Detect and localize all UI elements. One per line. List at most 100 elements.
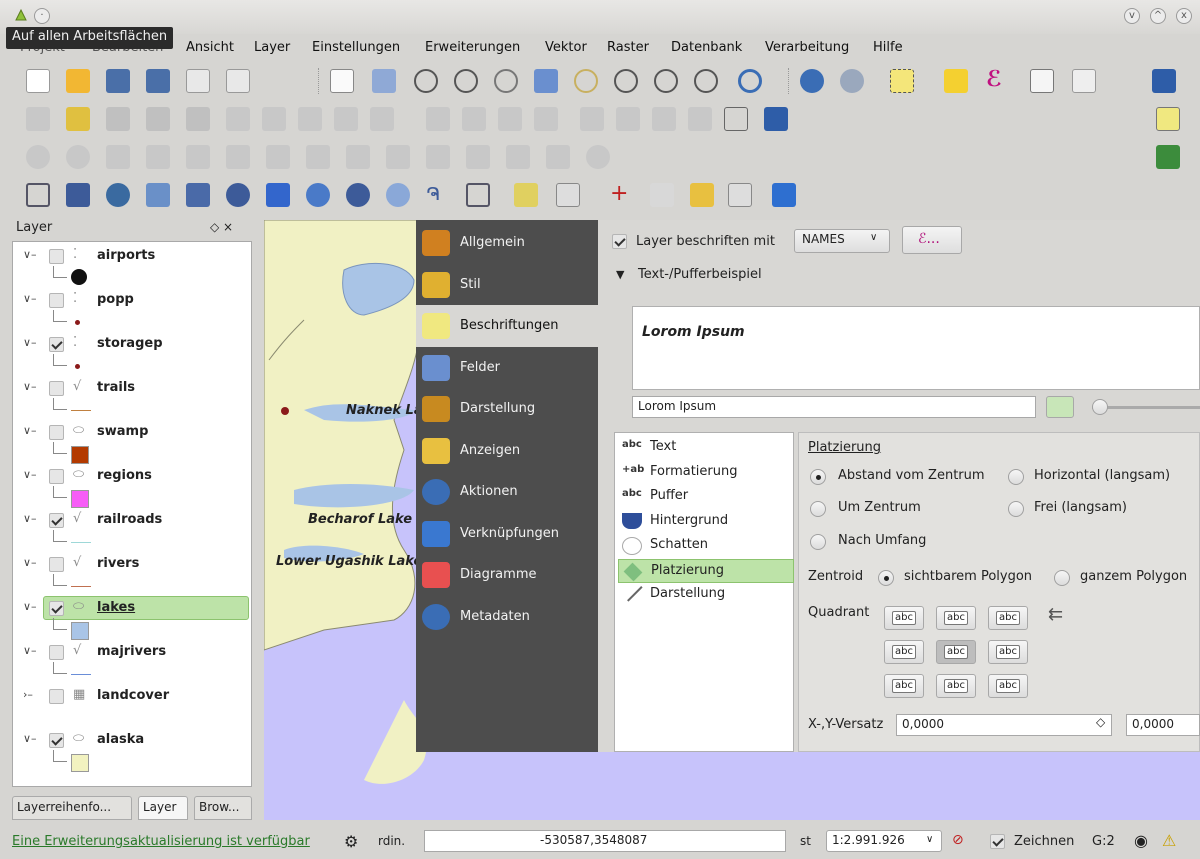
panel-controls-icon[interactable]: ◇ ×: [210, 220, 233, 234]
quadrant-top-right[interactable]: abc: [988, 606, 1028, 630]
offset-curve-icon[interactable]: [386, 145, 410, 169]
expand-arrow-icon[interactable]: ∨–: [23, 336, 37, 349]
sublist-item-schatten[interactable]: Schatten: [618, 534, 794, 558]
zoom-last-icon[interactable]: [654, 69, 678, 93]
select-features-icon[interactable]: [890, 69, 914, 93]
tab-browser[interactable]: Brow...: [194, 796, 252, 820]
quadrant-right[interactable]: abc: [988, 640, 1028, 664]
minimize-button[interactable]: v: [1124, 8, 1140, 24]
grid-icon[interactable]: [724, 107, 748, 131]
layer-tree[interactable]: ∨– ⁚ airports ∨– ⁚ popp ∨– ⁚ storagep ∨– √ trails ∨–…: [12, 241, 252, 787]
cut-features-icon[interactable]: [298, 107, 322, 131]
placement-option-free[interactable]: [1008, 501, 1024, 517]
zoom-next-icon[interactable]: [694, 69, 718, 93]
expand-arrow-icon[interactable]: ∨–: [23, 424, 37, 437]
preview-scale-slider-handle[interactable]: [1092, 399, 1108, 415]
add-gps-icon[interactable]: [650, 183, 674, 207]
menu-verarbeitung[interactable]: Verarbeitung: [765, 40, 849, 55]
messages-icon[interactable]: ⚙: [344, 832, 358, 851]
nav-item-metadaten[interactable]: Metadaten: [416, 596, 598, 638]
diagram-label-icon[interactable]: [688, 107, 712, 131]
reshape-icon[interactable]: [346, 145, 370, 169]
layer-row-storagep[interactable]: ∨– ⁚ storagep: [13, 334, 249, 356]
rotate-label-icon[interactable]: [580, 107, 604, 131]
new-print-composer-icon[interactable]: [186, 69, 210, 93]
quadrant-bottom-left[interactable]: abc: [884, 674, 924, 698]
nav-item-diagramme[interactable]: Diagramme: [416, 554, 598, 596]
add-wfs-layer-icon[interactable]: [346, 183, 370, 207]
split-features-icon[interactable]: [426, 145, 450, 169]
add-postgis-layer-icon[interactable]: [106, 183, 130, 207]
layer-visibility-checkbox[interactable]: [49, 249, 64, 264]
stop-render-icon[interactable]: ⊘: [952, 832, 964, 848]
add-virtual-layer-icon[interactable]: ຈ: [426, 183, 450, 207]
zoom-to-selection-icon[interactable]: [574, 69, 598, 93]
add-wcs-layer-icon[interactable]: [306, 183, 330, 207]
layer-row-alaska[interactable]: ∨– ⬭ alaska: [13, 730, 249, 752]
new-geopackage-icon[interactable]: [728, 183, 752, 207]
sublist-item-darstellung[interactable]: Darstellung: [618, 580, 794, 607]
placement-option-around-center-offset[interactable]: [810, 469, 826, 485]
merge-features-icon[interactable]: [506, 145, 530, 169]
layer-row-landcover[interactable]: ›– ▦ landcover: [13, 686, 249, 708]
save-as-icon[interactable]: [146, 69, 170, 93]
open-project-icon[interactable]: [66, 69, 90, 93]
refresh-icon[interactable]: [738, 69, 762, 93]
move-feature-icon[interactable]: [186, 107, 210, 131]
split-parts-icon[interactable]: [466, 145, 490, 169]
expand-arrow-icon[interactable]: ∨–: [23, 380, 37, 393]
menu-ansicht[interactable]: Ansicht: [186, 40, 234, 55]
placement-option-horizontal[interactable]: [1008, 469, 1024, 485]
nav-item-aktionen[interactable]: Aktionen: [416, 471, 598, 513]
new-temp-layer-icon[interactable]: [556, 183, 580, 207]
paste-features-icon[interactable]: [370, 107, 394, 131]
save-edits-icon[interactable]: [106, 107, 130, 131]
zoom-native-icon[interactable]: [494, 69, 518, 93]
quadrant-bottom[interactable]: abc: [936, 674, 976, 698]
raster-calculator-icon[interactable]: [772, 183, 796, 207]
spinbox-arrows-icon[interactable]: ◇: [1096, 715, 1105, 729]
nav-item-verknüpfungen[interactable]: Verknüpfungen: [416, 513, 598, 555]
render-checkbox[interactable]: [990, 834, 1005, 849]
sublist-item-platzierung[interactable]: Platzierung: [618, 558, 794, 583]
expand-arrow-icon[interactable]: ∨–: [23, 468, 37, 481]
menu-raster[interactable]: Raster: [607, 40, 649, 55]
crs-label[interactable]: G:2: [1092, 834, 1115, 849]
layer-visibility-checkbox[interactable]: [49, 469, 64, 484]
snap-label-icon[interactable]: [652, 107, 676, 131]
pan-icon[interactable]: [330, 69, 354, 93]
maximize-button[interactable]: ^: [1150, 8, 1166, 24]
labeling-abc-icon[interactable]: [1156, 107, 1180, 131]
crs-globe-icon[interactable]: ◉: [1134, 831, 1148, 850]
warning-icon[interactable]: ⚠: [1162, 831, 1176, 850]
add-raster-layer-icon[interactable]: [66, 183, 90, 207]
new-spatialite-icon[interactable]: [514, 183, 538, 207]
layer-row-lakes[interactable]: ∨– ⬭ lakes: [13, 596, 249, 620]
layer-visibility-checkbox[interactable]: [49, 689, 64, 704]
new-project-icon[interactable]: [26, 69, 50, 93]
expand-arrow-icon[interactable]: ∨–: [23, 556, 37, 569]
nav-item-anzeigen[interactable]: Anzeigen: [416, 430, 598, 472]
save-project-icon[interactable]: [106, 69, 130, 93]
layer-visibility-checkbox[interactable]: [49, 733, 64, 748]
menu-datenbank[interactable]: Datenbank: [671, 40, 742, 55]
priority-list-icon[interactable]: ⇇: [1048, 604, 1063, 625]
toggle-editing-icon[interactable]: [66, 107, 90, 131]
delete-selected-icon[interactable]: [262, 107, 286, 131]
move-label-icon[interactable]: [534, 107, 558, 131]
menu-vektor[interactable]: Vektor: [545, 40, 587, 55]
quadrant-top-left[interactable]: abc: [884, 606, 924, 630]
placement-option-around-center[interactable]: [810, 501, 826, 517]
quadrant-center[interactable]: abc: [936, 640, 976, 664]
quadrant-left[interactable]: abc: [884, 640, 924, 664]
menu-erweiterungen[interactable]: Erweiterungen: [425, 40, 520, 55]
placement-option-perimeter[interactable]: [810, 534, 826, 550]
expand-arrow-icon[interactable]: ›–: [23, 688, 33, 701]
menu-einstellungen[interactable]: Einstellungen: [312, 40, 400, 55]
label-tool-icon[interactable]: [426, 107, 450, 131]
sublist-item-puffer[interactable]: abc Puffer: [618, 485, 794, 509]
close-button[interactable]: x: [1176, 8, 1192, 24]
quadrant-bottom-right[interactable]: abc: [988, 674, 1028, 698]
layer-row-rivers[interactable]: ∨– √ rivers: [13, 554, 249, 576]
layer-row-airports[interactable]: ∨– ⁚ airports: [13, 246, 249, 268]
